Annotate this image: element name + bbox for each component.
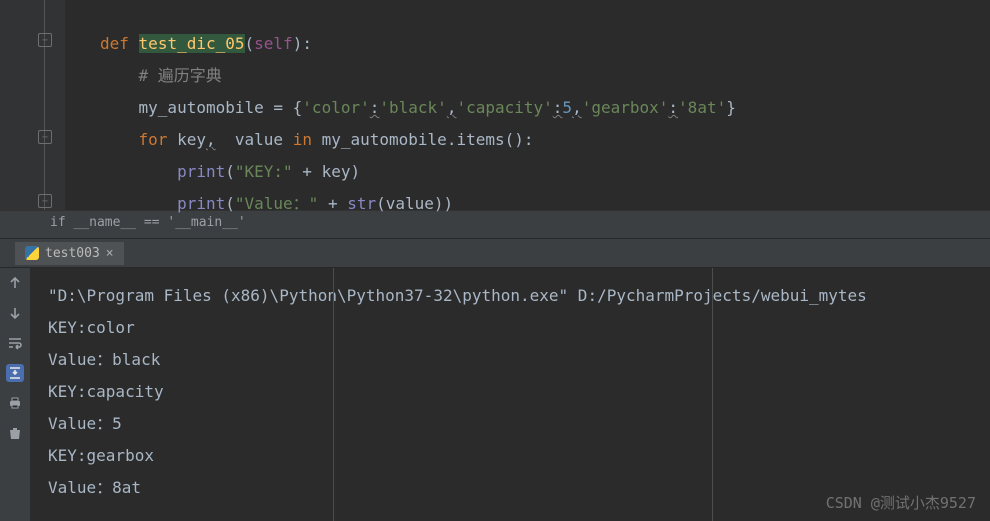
console-line: KEY:color xyxy=(48,318,135,337)
trash-icon[interactable] xyxy=(6,424,24,442)
editor-area: − − − def test_dic_05(self): # 遍历字典 my_a… xyxy=(0,0,990,210)
print-icon[interactable] xyxy=(6,394,24,412)
console-line: KEY:gearbox xyxy=(48,446,154,465)
close-icon[interactable]: × xyxy=(106,246,114,261)
fold-icon[interactable]: − xyxy=(38,194,52,208)
breadcrumb[interactable]: if __name__ == '__main__' xyxy=(0,210,990,238)
vertical-divider xyxy=(333,268,334,521)
vertical-divider xyxy=(712,268,713,521)
string: 'black' xyxy=(379,98,446,117)
code-text: my_automobile.items(): xyxy=(312,130,534,149)
console-line: Value：5 xyxy=(48,414,122,433)
fold-icon[interactable]: − xyxy=(38,130,52,144)
scroll-to-end-icon[interactable] xyxy=(6,364,24,382)
code-text: + key) xyxy=(293,162,360,181)
string: 'color' xyxy=(302,98,369,117)
code-text: (value)) xyxy=(376,194,453,213)
console-output[interactable]: "D:\Program Files (x86)\Python\Python37-… xyxy=(30,268,885,521)
run-tab[interactable]: test003 × xyxy=(15,242,124,265)
comma: , xyxy=(206,130,216,149)
keyword-for: for xyxy=(139,130,168,149)
console-line: Value：black xyxy=(48,350,160,369)
var: value xyxy=(216,130,293,149)
brace: } xyxy=(726,98,736,117)
run-tab-bar: test003 × xyxy=(0,238,990,268)
code-text: + xyxy=(318,194,347,213)
console-line: KEY:capacity xyxy=(48,382,164,401)
comment: # 遍历字典 xyxy=(139,66,222,85)
console-line: "D:\Program Files (x86)\Python\Python37-… xyxy=(48,286,867,305)
paren: ( xyxy=(225,194,235,213)
string: "KEY:" xyxy=(235,162,293,181)
var: key xyxy=(177,130,206,149)
string: "Value：" xyxy=(235,194,318,213)
builtin-print: print xyxy=(177,162,225,181)
string: 'gearbox' xyxy=(582,98,669,117)
run-toolbar xyxy=(0,268,30,521)
tab-label: test003 xyxy=(45,246,100,261)
gutter: − − − xyxy=(0,0,65,210)
function-name: test_dic_05 xyxy=(139,34,245,53)
number: 5 xyxy=(562,98,572,117)
keyword-in: in xyxy=(293,130,312,149)
run-panel: "D:\Program Files (x86)\Python\Python37-… xyxy=(0,268,990,521)
builtin-str: str xyxy=(347,194,376,213)
keyword-def: def xyxy=(100,34,129,53)
python-icon xyxy=(25,246,39,260)
string: '8at' xyxy=(678,98,726,117)
arrow-up-icon[interactable] xyxy=(6,274,24,292)
builtin-print: print xyxy=(177,194,225,213)
fold-icon[interactable]: − xyxy=(38,33,52,47)
console-line: Value：8at xyxy=(48,478,141,497)
code-text: my_automobile = { xyxy=(139,98,303,117)
keyword-self: self xyxy=(254,34,293,53)
paren: ( xyxy=(225,162,235,181)
arrow-down-icon[interactable] xyxy=(6,304,24,322)
soft-wrap-icon[interactable] xyxy=(6,334,24,352)
string: 'capacity' xyxy=(456,98,552,117)
code-editor[interactable]: def test_dic_05(self): # 遍历字典 my_automob… xyxy=(65,0,736,210)
